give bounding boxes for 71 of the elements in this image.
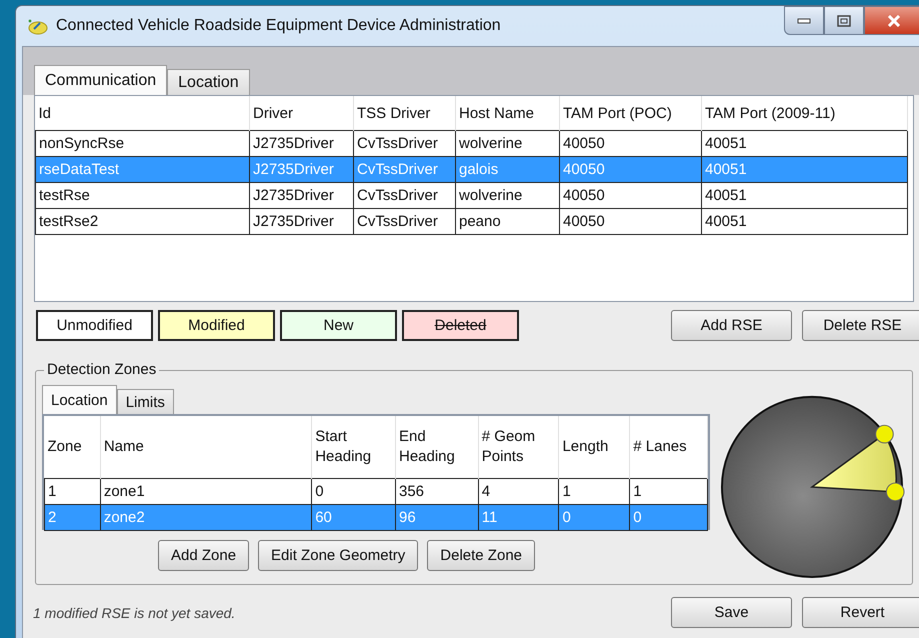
column-header[interactable]: # Geom Points (478, 416, 559, 478)
zone-action-button[interactable]: Delete Zone (427, 540, 535, 571)
table-cell: J2735Driver (250, 182, 354, 208)
maximize-button[interactable] (824, 6, 864, 35)
table-cell: 40051 (702, 208, 908, 234)
rse-action-button[interactable]: Add RSE (671, 310, 792, 340)
app-logo-icon (26, 17, 48, 35)
table-cell: zone1 (100, 478, 312, 504)
column-header[interactable]: TSS Driver (354, 96, 456, 130)
status-legend-label: New (280, 310, 397, 340)
table-cell: J2735Driver (250, 156, 354, 182)
table-cell: CvTssDriver (354, 182, 456, 208)
status-legend-label: Modified (158, 310, 275, 340)
column-header[interactable]: End Heading (395, 416, 478, 478)
column-header[interactable]: TAM Port (POC) (560, 96, 702, 130)
dialog-button[interactable]: Save (671, 597, 792, 628)
status-legend-label: Unmodified (36, 310, 153, 340)
zone-action-button[interactable]: Edit Zone Geometry (258, 540, 418, 571)
table-cell: wolverine (456, 182, 560, 208)
table-cell: 40050 (560, 182, 702, 208)
table-cell: testRse2 (36, 208, 250, 234)
table-cell: rseDataTest (36, 156, 250, 182)
table-cell: 0 (630, 504, 708, 530)
table-cell: 2 (44, 504, 100, 530)
table-cell: 11 (478, 504, 559, 530)
zone-action-button[interactable]: Add Zone (158, 540, 250, 571)
close-button[interactable] (864, 6, 919, 35)
tab[interactable]: Limits (116, 389, 174, 414)
window-title: Connected Vehicle Roadside Equipment Device Administration (56, 17, 501, 35)
table-cell: CvTssDriver (354, 208, 456, 234)
table-row[interactable]: testRse J2735Driver CvTssDriver wolverine 40050 40051 (36, 182, 908, 208)
column-header[interactable]: Host Name (456, 96, 560, 130)
table-cell: 40051 (702, 156, 908, 182)
table-cell: 96 (395, 504, 478, 530)
table-cell: 1 (44, 478, 100, 504)
maximize-icon (837, 14, 851, 26)
close-icon (886, 14, 902, 26)
table-row[interactable]: nonSyncRse J2735Driver CvTssDriver wolverine 40050 40051 (36, 130, 908, 156)
column-header[interactable]: Name (100, 416, 312, 478)
column-header[interactable]: Driver (250, 96, 354, 130)
status-legend-label: Deleted (402, 310, 519, 340)
rse-action-button[interactable]: Delete RSE (802, 310, 919, 340)
table-cell: 40050 (560, 130, 702, 156)
column-header[interactable]: # Lanes (630, 416, 708, 478)
table-row[interactable]: testRse2 J2735Driver CvTssDriver peano 40050 40051 (36, 208, 908, 234)
table-cell: peano (456, 208, 560, 234)
table-cell: 60 (312, 504, 396, 530)
column-header[interactable]: Zone (44, 416, 100, 478)
minimize-icon (797, 18, 811, 24)
table-cell: 40050 (560, 156, 702, 182)
tab[interactable]: Location (167, 69, 250, 95)
column-header[interactable]: Length (558, 416, 630, 478)
table-cell: zone2 (100, 504, 312, 530)
column-header[interactable]: TAM Port (2009-11) (702, 96, 908, 130)
table-cell: CvTssDriver (354, 156, 456, 182)
tab[interactable]: Location (42, 385, 117, 414)
table-cell: nonSyncRse (36, 130, 250, 156)
table-cell: 40050 (560, 208, 702, 234)
table-cell: 40051 (702, 130, 908, 156)
table-cell: J2735Driver (250, 208, 354, 234)
table-cell: 40051 (702, 182, 908, 208)
table-row[interactable]: 1 zone1 0 356 4 1 1 (44, 478, 708, 504)
column-header[interactable]: Start Heading (312, 416, 396, 478)
table-cell: testRse (36, 182, 250, 208)
dialog-button[interactable]: Revert (802, 597, 919, 628)
tab[interactable]: Communication (34, 65, 168, 95)
column-header[interactable]: Id (36, 96, 250, 130)
status-message: 1 modified RSE is not yet saved. (33, 604, 236, 620)
table-cell: 0 (558, 504, 630, 530)
minimize-button[interactable] (784, 6, 824, 35)
table-cell: galois (456, 156, 560, 182)
